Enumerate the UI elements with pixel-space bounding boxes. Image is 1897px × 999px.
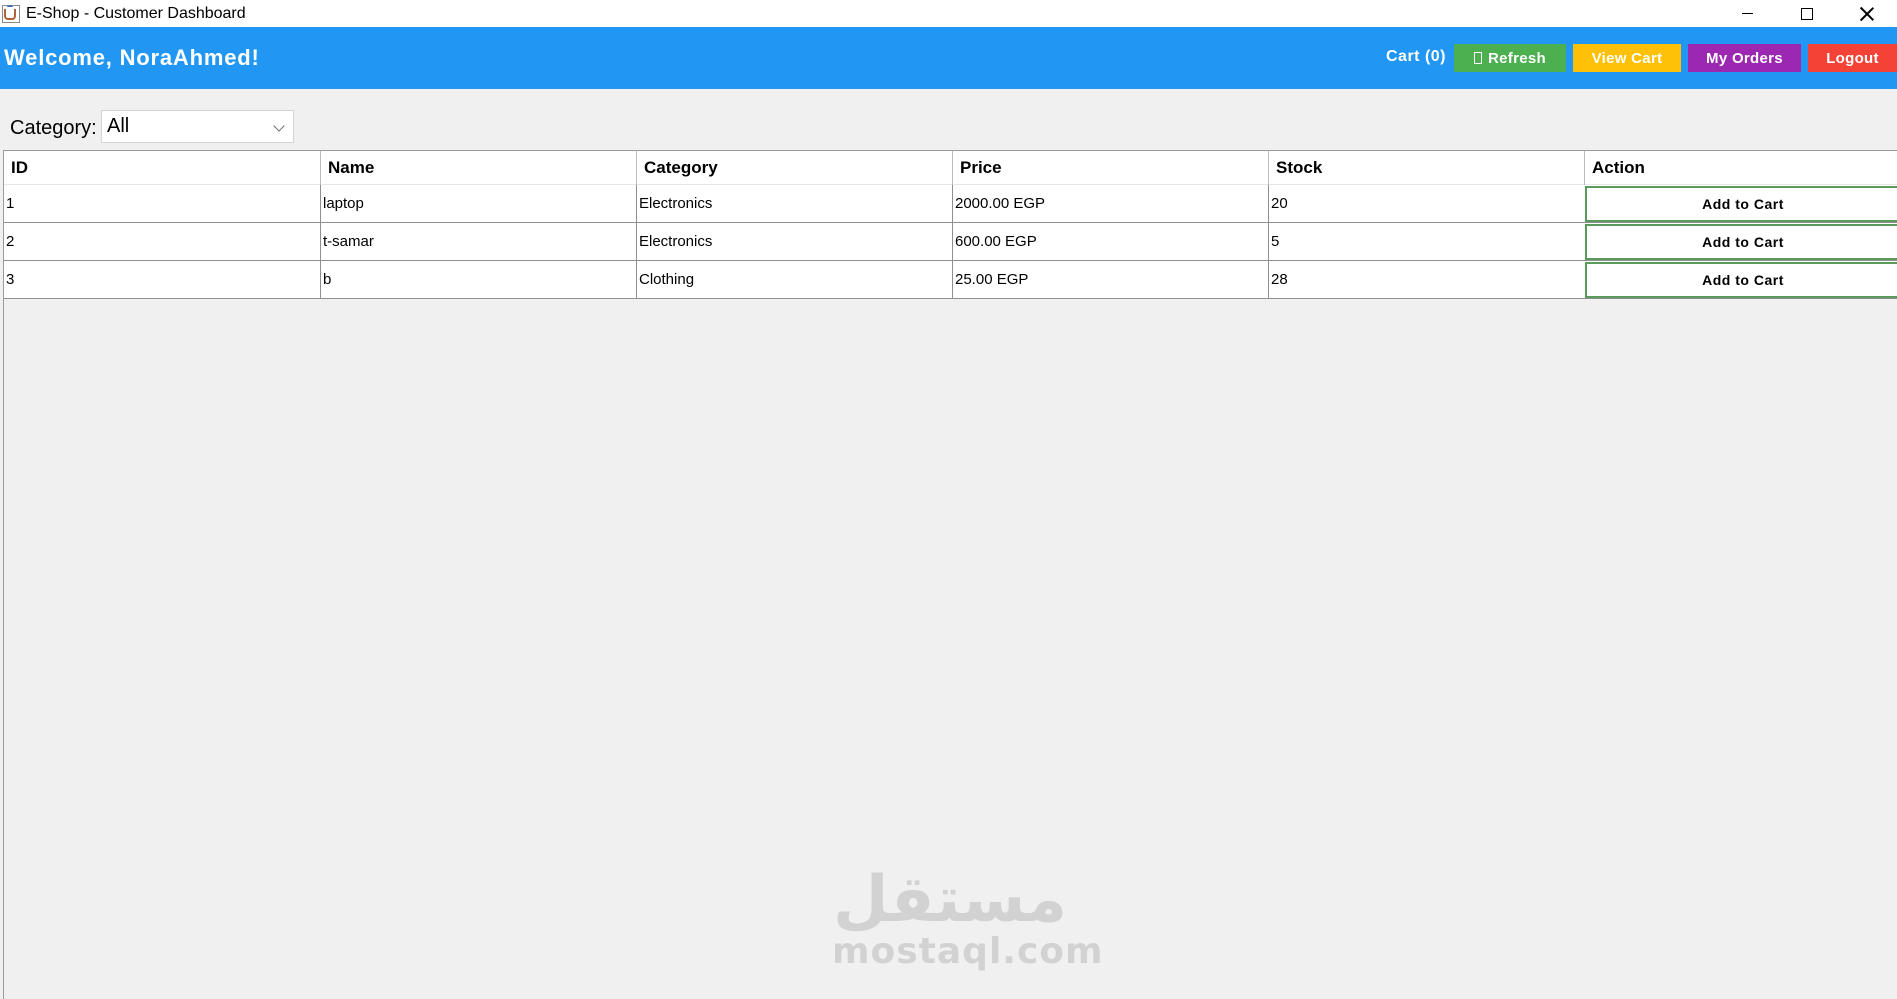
watermark-latin-text: mostaql.com: [832, 931, 1104, 972]
cell-id: 2: [6, 233, 15, 250]
my-orders-button[interactable]: My Orders: [1688, 44, 1801, 72]
add-to-cart-button[interactable]: Add to Cart: [1585, 262, 1897, 298]
welcome-text: Welcome, NoraAhmed!: [4, 45, 260, 70]
table-row[interactable]: 1 laptop Electronics 2000.00 EGP 20 Add …: [4, 185, 1897, 223]
category-dropdown[interactable]: All: [101, 110, 294, 143]
table-header: ID Name Category Price Stock Action: [4, 151, 1897, 185]
cell-id: 1: [6, 195, 15, 212]
cell-category: Electronics: [636, 223, 952, 260]
column-header-stock[interactable]: Stock: [1268, 151, 1584, 185]
close-icon: [1860, 7, 1874, 21]
column-header-price[interactable]: Price: [952, 151, 1268, 185]
cell-action: Add to Cart: [1584, 185, 1897, 222]
window-title: E-Shop - Customer Dashboard: [26, 4, 246, 22]
close-button[interactable]: [1837, 0, 1897, 27]
dashboard-header: Welcome, NoraAhmed! Cart (0) Refresh Vie…: [0, 27, 1897, 89]
cell-action: Add to Cart: [1584, 223, 1897, 260]
column-header-action[interactable]: Action: [1584, 151, 1897, 185]
refresh-button[interactable]: Refresh: [1454, 44, 1566, 72]
minimize-button[interactable]: [1717, 0, 1777, 27]
cell-name: t-samar: [320, 223, 636, 260]
category-dropdown-value: All: [107, 115, 130, 137]
my-orders-button-label: My Orders: [1706, 49, 1783, 67]
cell-id: 3: [6, 271, 15, 288]
cart-count-label: Cart (0): [1386, 48, 1447, 65]
maximize-icon: [1801, 7, 1813, 20]
cell-name: laptop: [320, 185, 636, 222]
view-cart-button-label: View Cart: [1591, 49, 1663, 67]
watermark-arabic-text: مستقل: [832, 863, 1068, 937]
window-controls: [1717, 0, 1897, 27]
maximize-button[interactable]: [1777, 0, 1837, 27]
chevron-down-icon: [273, 120, 285, 132]
title-bar: E-Shop - Customer Dashboard: [0, 0, 1897, 27]
column-header-id[interactable]: ID: [4, 151, 320, 185]
view-cart-button[interactable]: View Cart: [1573, 44, 1681, 72]
refresh-icon: [1474, 52, 1483, 64]
category-filter-label: Category:: [10, 117, 97, 139]
table-row[interactable]: 3 b Clothing 25.00 EGP 28 Add to Cart: [4, 261, 1897, 299]
cell-category: Electronics: [636, 185, 952, 222]
cell-stock: 5: [1268, 223, 1584, 260]
add-to-cart-button[interactable]: Add to Cart: [1585, 186, 1897, 222]
logout-button[interactable]: Logout: [1808, 44, 1897, 72]
minimize-icon: [1741, 12, 1753, 15]
cell-name: b: [320, 261, 636, 298]
cell-category: Clothing: [636, 261, 952, 298]
mostaql-watermark: مستقل mostaql.com: [832, 863, 1104, 972]
refresh-button-label: Refresh: [1488, 49, 1546, 67]
logout-button-label: Logout: [1826, 49, 1879, 67]
cell-stock: 20: [1268, 185, 1584, 222]
cell-price: 2000.00 EGP: [952, 185, 1268, 222]
table-row[interactable]: 2 t-samar Electronics 600.00 EGP 5 Add t…: [4, 223, 1897, 261]
cell-action: Add to Cart: [1584, 261, 1897, 298]
cell-price: 600.00 EGP: [952, 223, 1268, 260]
cell-stock: 28: [1268, 261, 1584, 298]
java-app-icon: [2, 4, 20, 23]
column-header-category[interactable]: Category: [636, 151, 952, 185]
column-header-name[interactable]: Name: [320, 151, 636, 185]
add-to-cart-button[interactable]: Add to Cart: [1585, 224, 1897, 260]
cell-price: 25.00 EGP: [952, 261, 1268, 298]
